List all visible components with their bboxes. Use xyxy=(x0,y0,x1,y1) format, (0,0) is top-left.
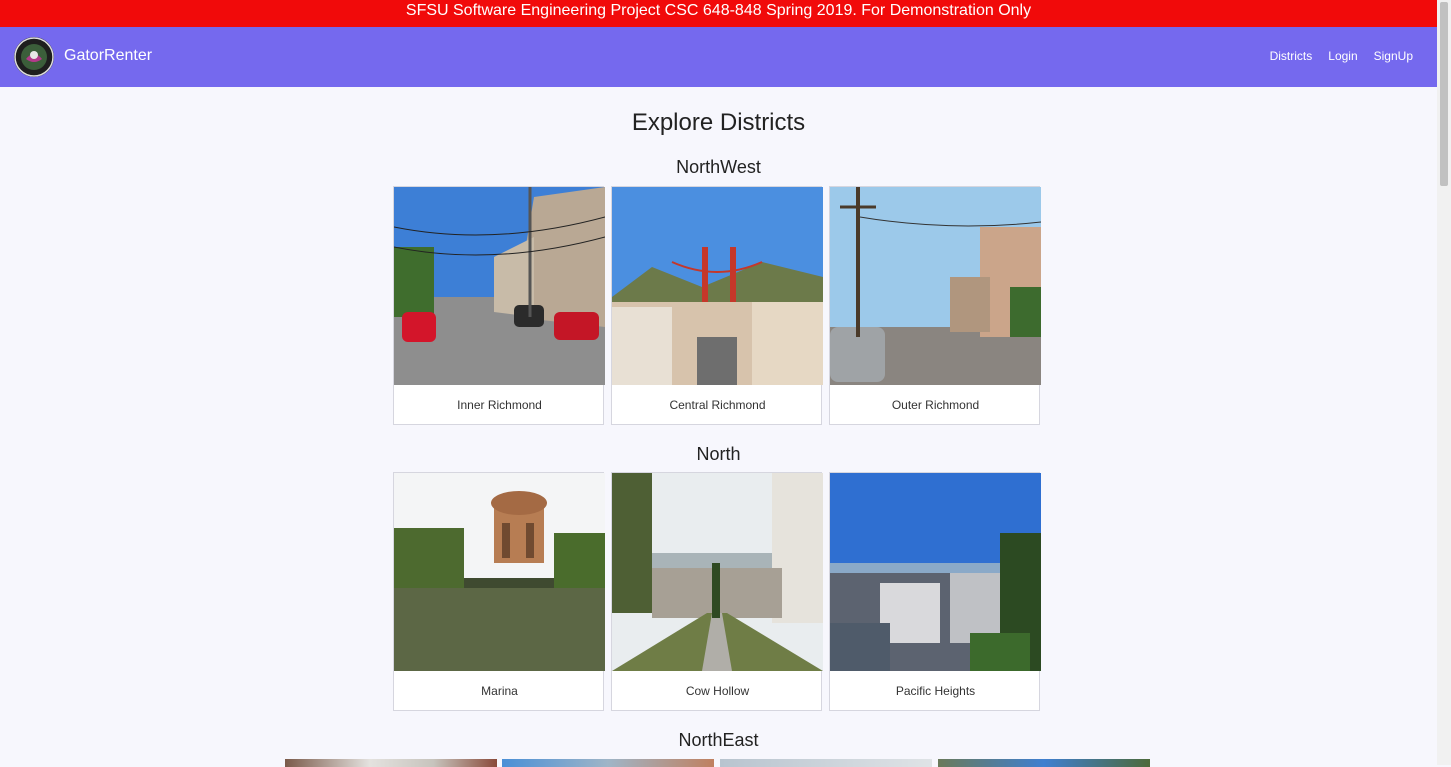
nav-links: Districts Login SignUp xyxy=(1270,49,1413,63)
demo-banner: SFSU Software Engineering Project CSC 64… xyxy=(0,0,1437,27)
page-scrollbar[interactable] xyxy=(1437,0,1451,765)
section-title-northeast: NorthEast xyxy=(678,730,759,750)
district-label: Outer Richmond xyxy=(891,398,980,412)
district-label: Cow Hollow xyxy=(685,684,750,698)
district-card-marina[interactable]: Marina xyxy=(393,472,605,711)
district-label: Inner Richmond xyxy=(457,398,542,412)
district-label: Central Richmond xyxy=(669,398,766,412)
section-title-northwest: NorthWest xyxy=(676,157,761,177)
district-card-inner-richmond[interactable]: Inner Richmond xyxy=(393,186,605,425)
district-photo[interactable] xyxy=(830,473,1041,671)
district-label: Marina xyxy=(481,684,518,698)
district-photo[interactable] xyxy=(394,187,605,385)
district-photo-partial[interactable] xyxy=(720,759,932,767)
nav-districts-link[interactable]: Districts xyxy=(1270,49,1313,63)
district-card-outer-richmond[interactable]: Outer Richmond xyxy=(829,186,1041,425)
nav-login-link[interactable]: Login xyxy=(1328,49,1357,63)
district-card-pacific-heights[interactable]: Pacific Heights xyxy=(829,472,1041,711)
top-navbar: GatorRenter Districts Login SignUp xyxy=(0,27,1437,87)
district-photo[interactable] xyxy=(394,473,605,671)
district-photo-partial[interactable] xyxy=(502,759,714,767)
district-label: Pacific Heights xyxy=(895,684,976,698)
banner-text: SFSU Software Engineering Project CSC 64… xyxy=(405,2,1032,19)
scrollbar-thumb[interactable] xyxy=(1440,2,1448,186)
district-photo[interactable] xyxy=(612,473,823,671)
nav-signup-link[interactable]: SignUp xyxy=(1374,49,1413,63)
gator-logo-icon[interactable] xyxy=(14,37,54,77)
brand-name[interactable]: GatorRenter xyxy=(64,47,152,65)
section-title-north: North xyxy=(696,444,741,464)
district-card-central-richmond[interactable]: Central Richmond xyxy=(611,186,823,425)
district-photo-partial[interactable] xyxy=(285,759,497,767)
district-photo[interactable] xyxy=(612,187,823,385)
district-photo-partial[interactable] xyxy=(938,759,1150,767)
page-title: Explore Districts xyxy=(631,109,806,136)
district-photo[interactable] xyxy=(830,187,1041,385)
district-card-cow-hollow[interactable]: Cow Hollow xyxy=(611,472,823,711)
